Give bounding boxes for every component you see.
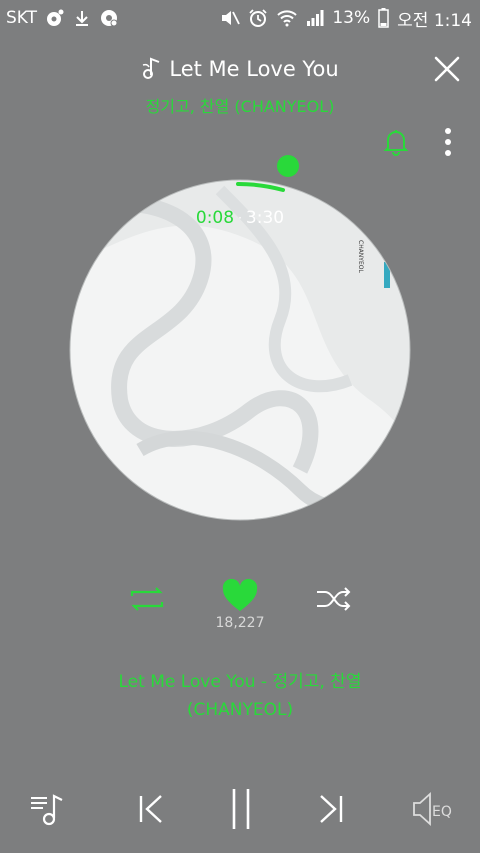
time-separator: · (238, 211, 242, 225)
pause-button[interactable] (218, 786, 264, 832)
album-art-label: CHANYEOL (357, 240, 364, 273)
battery-percent: 13% (332, 8, 371, 28)
current-time: 0:08 (195, 208, 235, 228)
sync-app-icon (99, 8, 119, 28)
repeat-button[interactable] (128, 584, 166, 614)
music-note-icon (141, 55, 163, 84)
eq-label: EQ (432, 804, 452, 820)
secondary-controls (0, 578, 480, 618)
playback-controls: EQ (0, 780, 480, 840)
close-button[interactable] (432, 54, 462, 84)
eq-button[interactable]: EQ (410, 786, 462, 832)
alarm-icon (248, 8, 268, 28)
next-button[interactable] (308, 786, 354, 832)
pause-icon (232, 789, 250, 829)
shuffle-button[interactable] (315, 584, 353, 614)
music-app-icon (45, 8, 65, 28)
playlist-button[interactable] (26, 786, 72, 832)
lyric-line: Let Me Love You - 정기고, 찬열 (118, 672, 362, 692)
lyric-line: (CHANYEOL) (186, 700, 294, 720)
repeat-icon (130, 587, 164, 611)
status-bar: SKT 13% 오전 1:14 (0, 0, 480, 36)
playlist-icon (31, 794, 63, 826)
wifi-icon (276, 9, 298, 27)
shuffle-icon (317, 587, 351, 611)
download-icon (73, 9, 91, 27)
previous-icon (139, 795, 162, 823)
total-time: 3:30 (245, 208, 285, 228)
like-button[interactable] (221, 578, 259, 614)
lyric-area[interactable]: Let Me Love You - 정기고, 찬열 (CHANYEOL) (0, 668, 480, 724)
time-display: 0:08 · 3:30 (0, 208, 480, 228)
artist-name[interactable]: 정기고, 찬열 (CHANYEOL) (0, 93, 480, 117)
heart-icon (222, 578, 258, 611)
previous-button[interactable] (128, 786, 174, 832)
progress-knob[interactable] (277, 155, 299, 177)
battery-icon (378, 8, 389, 28)
clock: 오전 1:14 (397, 10, 472, 31)
carrier-label: SKT (6, 8, 38, 28)
eq-icon: EQ (413, 791, 452, 827)
next-icon (320, 795, 343, 823)
like-count: 18,227 (215, 615, 265, 631)
close-icon (434, 56, 460, 82)
signal-icon (306, 9, 324, 27)
mute-icon (220, 9, 241, 27)
song-title-row[interactable]: Let Me Love You (0, 54, 480, 84)
song-title: Let Me Love You (169, 57, 339, 81)
